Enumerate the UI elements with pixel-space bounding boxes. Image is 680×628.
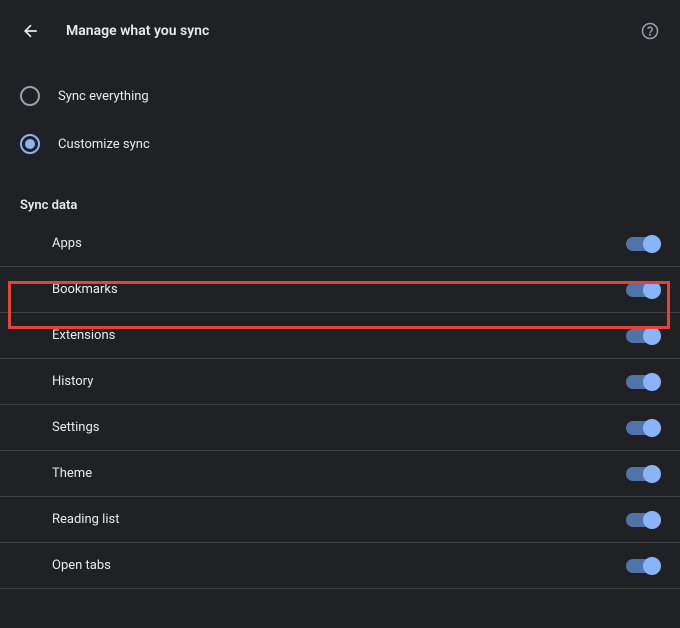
toggle-history[interactable] bbox=[626, 375, 660, 389]
toggle-open-tabs[interactable] bbox=[626, 559, 660, 573]
toggle-knob-icon bbox=[643, 281, 661, 299]
toggle-settings[interactable] bbox=[626, 421, 660, 435]
sync-item-extensions: Extensions bbox=[0, 313, 680, 359]
toggle-theme[interactable] bbox=[626, 467, 660, 481]
sync-item-label: Extensions bbox=[52, 328, 115, 343]
toggle-knob-icon bbox=[643, 327, 661, 345]
header: Manage what you sync bbox=[0, 0, 680, 62]
sync-item-settings: Settings bbox=[0, 405, 680, 451]
radio-circle-icon bbox=[20, 86, 40, 106]
sync-item-label: Open tabs bbox=[52, 558, 111, 573]
section-title: Sync data bbox=[0, 178, 680, 221]
toggle-knob-icon bbox=[643, 419, 661, 437]
sync-item-apps: Apps bbox=[0, 221, 680, 267]
toggle-knob-icon bbox=[643, 557, 661, 575]
radio-circle-icon bbox=[20, 134, 40, 154]
sync-item-label: Bookmarks bbox=[52, 282, 118, 297]
radio-sync-everything[interactable]: Sync everything bbox=[0, 72, 680, 120]
toggle-reading-list[interactable] bbox=[626, 513, 660, 527]
back-arrow-icon[interactable] bbox=[20, 20, 42, 42]
sync-item-label: Theme bbox=[52, 466, 92, 481]
sync-item-theme: Theme bbox=[0, 451, 680, 497]
sync-items-list: Apps Bookmarks Extensions History Settings Th… bbox=[0, 221, 680, 589]
sync-mode-radio-group: Sync everything Customize sync bbox=[0, 62, 680, 178]
page-title: Manage what you sync bbox=[66, 23, 209, 39]
radio-customize-sync[interactable]: Customize sync bbox=[0, 120, 680, 168]
toggle-apps[interactable] bbox=[626, 237, 660, 251]
radio-label: Sync everything bbox=[58, 89, 149, 104]
toggle-knob-icon bbox=[643, 235, 661, 253]
toggle-knob-icon bbox=[643, 465, 661, 483]
toggle-bookmarks[interactable] bbox=[626, 283, 660, 297]
sync-item-open-tabs: Open tabs bbox=[0, 543, 680, 589]
radio-label: Customize sync bbox=[58, 137, 150, 152]
toggle-knob-icon bbox=[643, 511, 661, 529]
help-icon[interactable] bbox=[640, 21, 660, 41]
sync-item-label: Apps bbox=[52, 236, 82, 251]
sync-item-label: History bbox=[52, 374, 93, 389]
sync-item-reading-list: Reading list bbox=[0, 497, 680, 543]
sync-item-bookmarks: Bookmarks bbox=[0, 267, 680, 313]
radio-dot-icon bbox=[25, 139, 35, 149]
toggle-knob-icon bbox=[643, 373, 661, 391]
sync-item-label: Reading list bbox=[52, 512, 119, 527]
sync-item-history: History bbox=[0, 359, 680, 405]
sync-item-label: Settings bbox=[52, 420, 99, 435]
toggle-extensions[interactable] bbox=[626, 329, 660, 343]
